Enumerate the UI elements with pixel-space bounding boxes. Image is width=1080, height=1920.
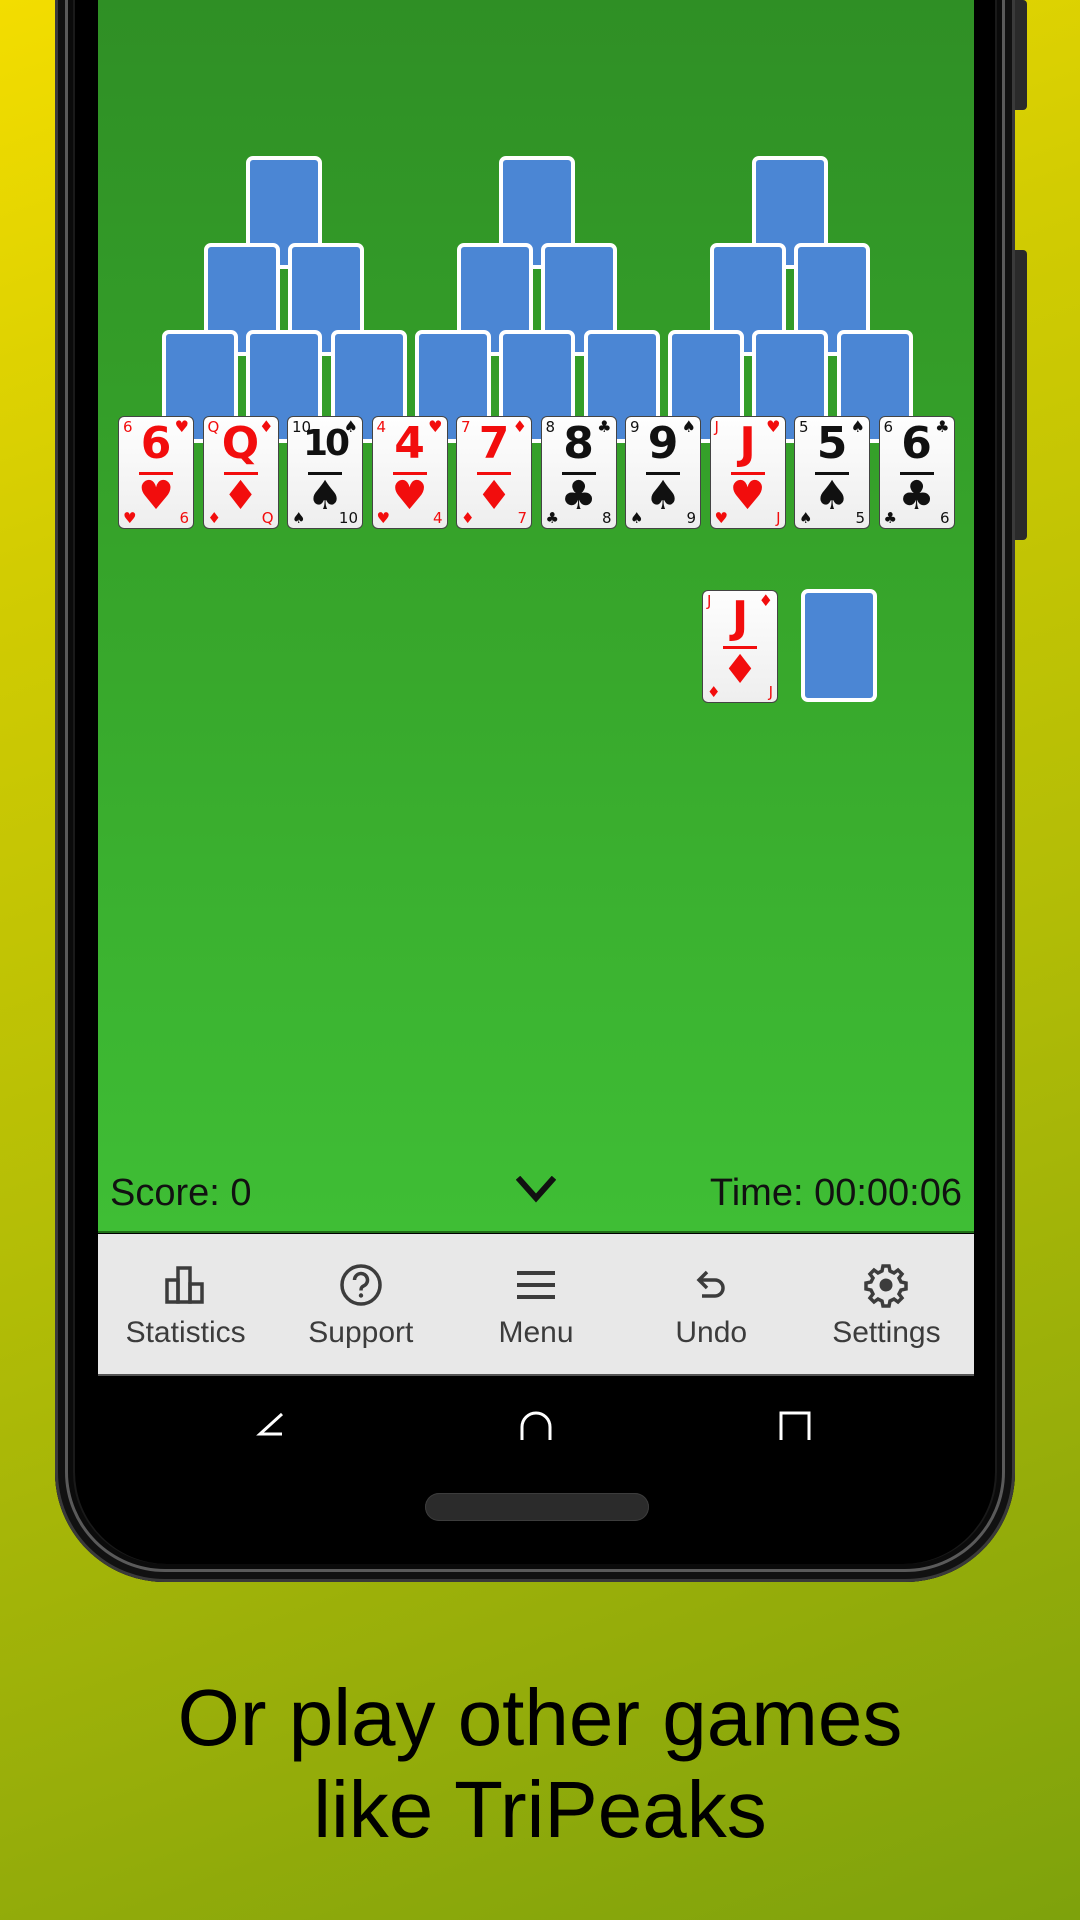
- card-rank: 8: [563, 418, 594, 469]
- card-rank-corner: 4: [432, 509, 443, 527]
- undo-icon: [696, 1270, 725, 1298]
- waste-pile-card[interactable]: J ♦ J ♦ ♦ J: [702, 590, 778, 703]
- android-nav-bar: [98, 1378, 974, 1440]
- game-table: 6 ♥ 6 ♥ ♥ 6 Q ♦ Q ♦ ♦ Q 10 ♠ 10 ♠ ♠ 10 4 ♥ 4 ♥ ♥ 4 7 ♦ 7 ♦ ♦ 7 8 ♣ 8 ♣ ♣ 8 9…: [98, 0, 974, 1233]
- card-rank-corner: 5: [855, 509, 865, 527]
- chevron-down-icon[interactable]: [516, 1176, 556, 1204]
- nav-recents-icon[interactable]: [778, 1410, 812, 1440]
- card-rank-corner: Q: [261, 509, 274, 527]
- card-rank-corner: 10: [338, 509, 358, 527]
- card-suit-corner: ♥: [714, 509, 728, 527]
- bar-chart-icon: [164, 1266, 204, 1304]
- card-rank: 9: [647, 418, 679, 469]
- face-up-card[interactable]: 9 ♠ 9 ♠ ♠ 9: [625, 416, 701, 529]
- card-rank-corner: 6: [939, 509, 950, 527]
- menu-label: Menu: [498, 1316, 574, 1349]
- hamburger-menu-icon: [517, 1271, 555, 1299]
- card-rank: 7: [478, 418, 510, 469]
- bottom-toolbar: Statistics Support Menu Undo Settings: [98, 1234, 974, 1376]
- card-rank: Q: [221, 418, 260, 469]
- promo-caption: Or play other games like TriPeaks: [0, 1672, 1080, 1856]
- nav-back-icon[interactable]: [256, 1410, 286, 1440]
- gear-icon: [864, 1264, 909, 1308]
- phone-speaker: [425, 1493, 649, 1521]
- card-suit-corner: ♦: [707, 683, 721, 701]
- card-rank-corner: 9: [686, 509, 696, 527]
- face-up-card[interactable]: J ♥ J ♥ ♥ J: [709, 416, 786, 529]
- face-up-card[interactable]: 10 ♠ 10 ♠ ♠ 10: [287, 416, 363, 529]
- face-up-card[interactable]: 8 ♣ 8 ♣ ♣ 8: [540, 416, 617, 529]
- statistics-button[interactable]: Statistics: [98, 1234, 273, 1374]
- support-label: Support: [308, 1316, 414, 1349]
- card-suit-corner: ♥: [123, 509, 137, 527]
- caption-line-2: like TriPeaks: [313, 1765, 767, 1854]
- face-up-card[interactable]: 6 ♣ 6 ♣ ♣ 6: [878, 416, 955, 529]
- card-rank-corner: 8: [601, 509, 612, 527]
- timer-label: Time: 00:00:06: [709, 1172, 962, 1214]
- card-rank-corner: J: [776, 509, 781, 527]
- help-circle-icon: [340, 1264, 382, 1306]
- card-suit-corner: ♠: [799, 509, 813, 527]
- card-suit-corner: ♣: [545, 509, 559, 527]
- card-rank-corner: J: [768, 683, 773, 701]
- app-screen: 6 ♥ 6 ♥ ♥ 6 Q ♦ Q ♦ ♦ Q 10 ♠ 10 ♠ ♠ 10 4 ♥ 4 ♥ ♥ 4 7 ♦ 7 ♦ ♦ 7 8 ♣ 8 ♣ ♣ 8 9…: [98, 0, 974, 1378]
- card-suit-corner: ♦: [207, 509, 221, 527]
- card-rank-corner: 6: [179, 509, 189, 527]
- score-label: Score: 0: [110, 1172, 252, 1214]
- card-rank: J: [731, 592, 749, 643]
- card-rank: 10: [302, 423, 350, 464]
- settings-button[interactable]: Settings: [799, 1234, 974, 1374]
- undo-button[interactable]: Undo: [624, 1234, 799, 1374]
- statistics-label: Statistics: [125, 1316, 246, 1349]
- card-suit-corner: ♣: [883, 509, 897, 527]
- card-rank: 6: [140, 418, 172, 469]
- card-rank: 6: [901, 418, 932, 469]
- support-button[interactable]: Support: [273, 1234, 448, 1374]
- nav-home-icon[interactable]: [519, 1410, 553, 1440]
- face-up-card[interactable]: Q ♦ Q ♦ ♦ Q: [202, 416, 279, 529]
- card-suit-corner: ♥: [376, 509, 390, 527]
- menu-button[interactable]: Menu: [448, 1234, 623, 1374]
- face-up-card[interactable]: 5 ♠ 5 ♠ ♠ 5: [794, 416, 870, 529]
- card-rank: 5: [816, 418, 848, 469]
- card-rank: J: [739, 418, 756, 469]
- settings-label: Settings: [832, 1316, 941, 1349]
- card-suit-corner: ♠: [630, 509, 644, 527]
- card-suit-corner: ♦: [461, 509, 475, 527]
- card-suit-corner: ♠: [292, 509, 306, 527]
- stock-pile[interactable]: [801, 589, 877, 702]
- power-button: [1015, 0, 1027, 110]
- card-rank-corner: 7: [517, 509, 527, 527]
- undo-label: Undo: [675, 1316, 748, 1349]
- caption-line-1: Or play other games: [177, 1673, 903, 1762]
- face-up-card[interactable]: 6 ♥ 6 ♥ ♥ 6: [118, 416, 194, 529]
- volume-button: [1015, 250, 1027, 540]
- card-rank: 4: [394, 418, 425, 469]
- face-up-card[interactable]: 7 ♦ 7 ♦ ♦ 7: [456, 416, 532, 529]
- face-up-card[interactable]: 4 ♥ 4 ♥ ♥ 4: [371, 416, 448, 529]
